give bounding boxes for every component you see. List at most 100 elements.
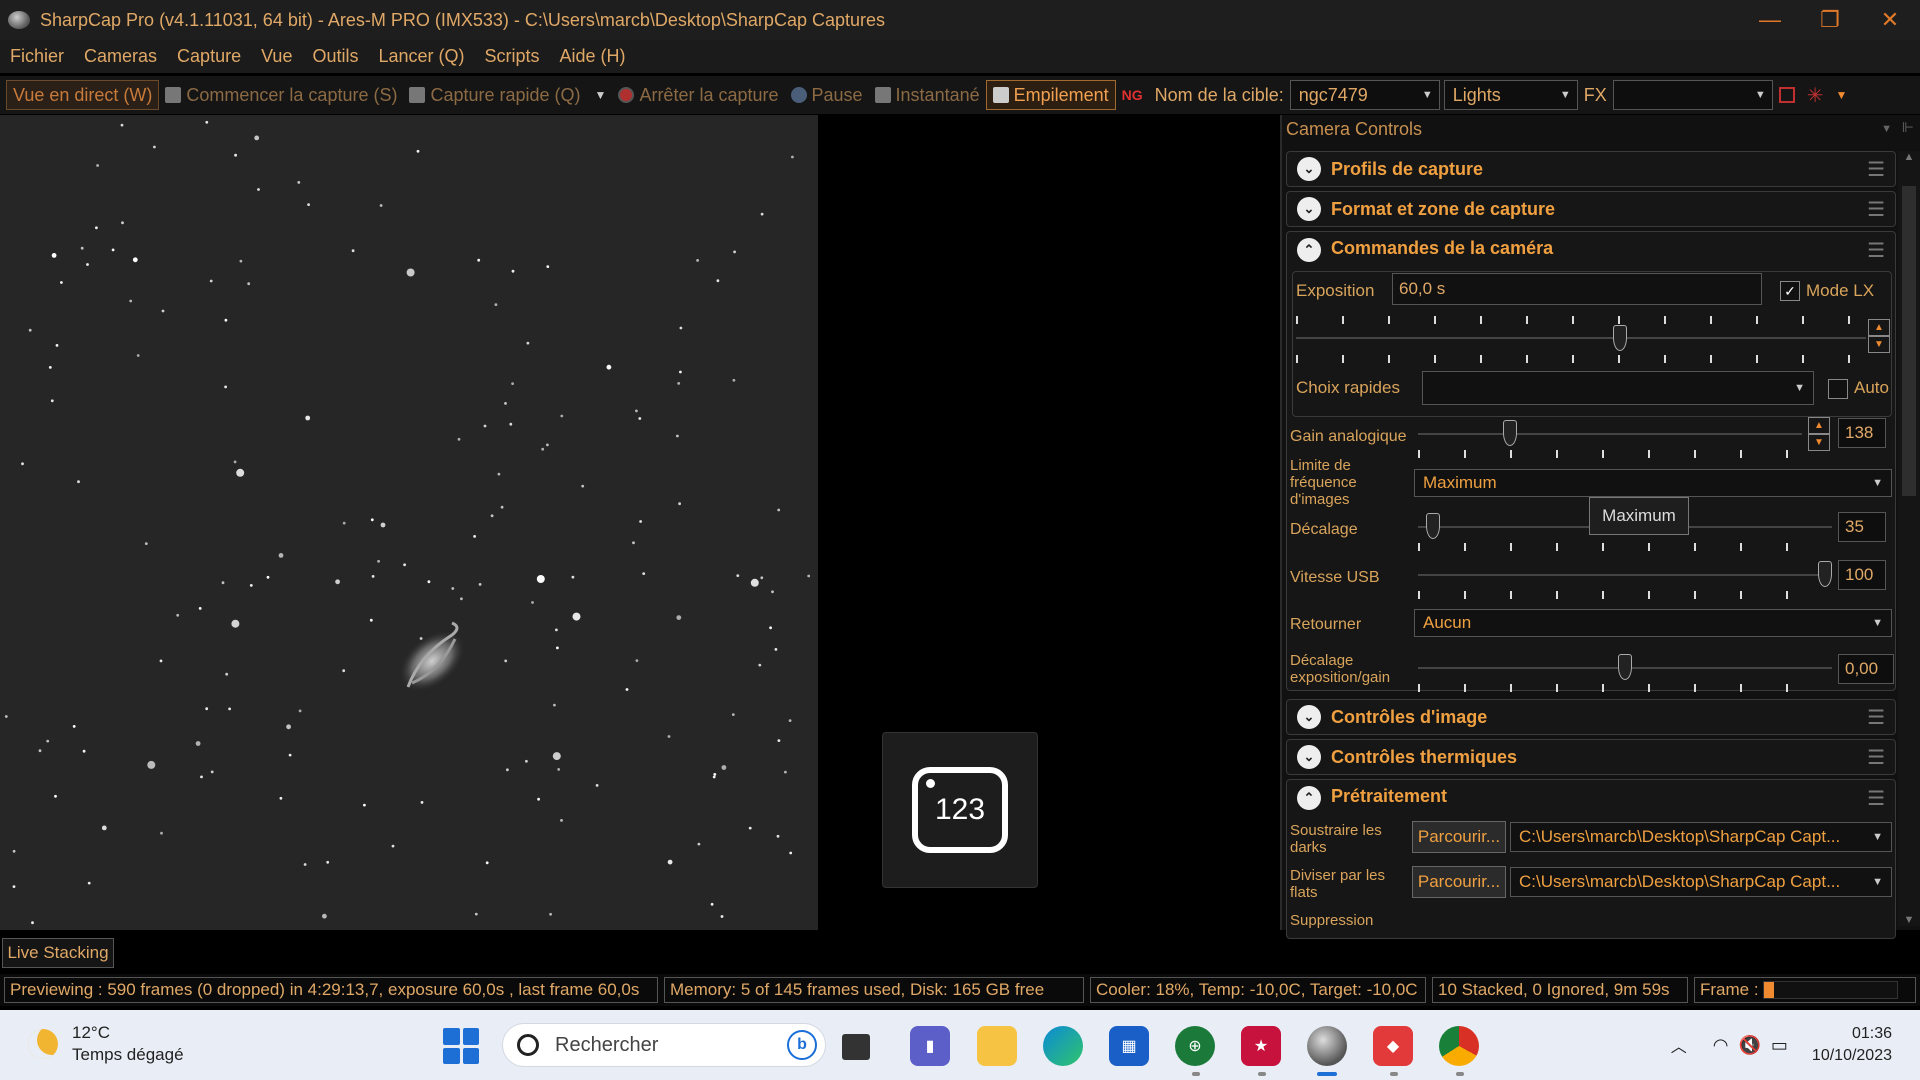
usb-value-box[interactable]: 100 [1838,560,1886,590]
chevron-down-icon[interactable]: ⌄ [1297,705,1321,729]
menu-icon[interactable]: ☰ [1867,157,1885,182]
browse-darks-button[interactable]: Parcourir... [1412,821,1506,853]
pin-icon[interactable]: ⊩ [1902,119,1914,136]
gain-slider-thumb[interactable] [1503,420,1518,446]
anydesk-icon[interactable]: ◆ [1373,1026,1413,1066]
scroll-thumb[interactable] [1902,186,1916,496]
crosshair-icon[interactable]: ✳ [1801,80,1830,110]
chevron-up-icon[interactable]: ▲ [1808,417,1830,434]
stop-capture-button[interactable]: Arrêter la capture [612,80,784,110]
auto-checkbox[interactable] [1828,379,1848,399]
restore-button[interactable]: ❐ [1800,0,1860,40]
exposure-slider-thumb[interactable] [1612,325,1627,351]
chevron-down-icon[interactable]: ⌄ [1297,745,1321,769]
flip-select[interactable]: Aucun ▼ [1414,609,1892,637]
chevron-down-icon[interactable]: ▼ [1868,336,1890,353]
exp-gain-slider-thumb[interactable] [1618,654,1632,680]
minimize-button[interactable]: — [1740,0,1800,40]
offset-slider-thumb[interactable] [1426,513,1440,539]
close-button[interactable]: ✕ [1860,0,1920,40]
menu-icon[interactable]: ☰ [1867,745,1885,770]
menu-icon[interactable]: ☰ [1867,786,1885,811]
chevron-up-icon[interactable]: ⌃ [1297,238,1321,262]
gain-slider-track[interactable] [1418,433,1802,435]
menu-file[interactable]: Fichier [10,46,64,67]
ng-icon[interactable]: NG [1116,80,1149,110]
chrome-icon[interactable] [1439,1026,1479,1066]
quick-choices-select[interactable]: ▼ [1422,371,1814,405]
darks-path-select[interactable]: C:\Users\marcb\Desktop\SharpCap Capt... ▼ [1510,822,1892,852]
scroll-up-icon[interactable]: ▲ [1898,151,1920,163]
chevron-down-icon[interactable]: ⌄ [1297,197,1321,221]
astro-app-icon[interactable]: ★ [1241,1026,1281,1066]
menu-tools[interactable]: Outils [312,46,358,67]
lx-mode-checkbox[interactable]: ✓ [1780,281,1800,301]
stacking-button[interactable]: Empilement [985,80,1116,110]
browse-flats-button[interactable]: Parcourir... [1412,866,1506,898]
exposure-slider-track[interactable] [1296,337,1866,339]
gain-value-box[interactable]: 138 [1838,418,1886,448]
chevron-up-icon[interactable]: ▲ [1868,319,1890,336]
gain-spinner[interactable]: ▲ ▼ [1808,417,1830,453]
bing-icon[interactable]: b [787,1030,817,1060]
flats-path-select[interactable]: C:\Users\marcb\Desktop\SharpCap Capt... ▼ [1510,867,1892,897]
offset-value-box[interactable]: 35 [1838,512,1886,542]
star [769,626,772,630]
menu-icon[interactable]: ☰ [1867,197,1885,222]
battery-icon[interactable]: ▭ [1771,1035,1788,1056]
chevron-down-icon[interactable]: ⌄ [1297,157,1321,181]
menu-help[interactable]: Aide (H) [560,46,626,67]
task-view-icon[interactable] [842,1034,870,1060]
wifi-icon[interactable]: ◠ [1713,1035,1729,1056]
scroll-down-icon[interactable]: ▼ [1898,914,1920,926]
section-capture-profiles[interactable]: ⌄ Profils de capture ☰ [1286,151,1896,187]
exposure-spinner[interactable]: ▲ ▼ [1868,319,1890,355]
live-stacking-tab[interactable]: Live Stacking [2,938,114,968]
usb-slider-track[interactable] [1418,574,1832,576]
file-explorer-icon[interactable] [977,1026,1017,1066]
edge-icon[interactable] [1043,1026,1083,1066]
menu-icon[interactable]: ☰ [1867,705,1885,730]
reticle-icon[interactable] [1773,80,1801,110]
chevron-down-icon[interactable]: ▼ [595,88,607,102]
panel-scrollbar[interactable]: ▲ ▼ [1898,151,1920,926]
sharpcap-icon[interactable] [1307,1026,1347,1066]
taskbar-search[interactable]: Rechercher b [502,1023,826,1067]
section-thermal-controls[interactable]: ⌄ Contrôles thermiques ☰ [1286,739,1896,775]
image-viewer[interactable] [0,115,818,930]
windows-start-icon[interactable] [443,1028,479,1064]
section-image-controls[interactable]: ⌄ Contrôles d'image ☰ [1286,699,1896,735]
menu-scripts[interactable]: Scripts [485,46,540,67]
mute-icon[interactable]: 🔇 [1738,1035,1760,1056]
quick-capture-button[interactable]: Capture rapide (Q) ▼ [403,80,612,110]
section-format[interactable]: ⌄ Format et zone de capture ☰ [1286,191,1896,227]
menu-view[interactable]: Vue [261,46,292,67]
numeric-keypad-widget[interactable]: 123 [882,732,1038,888]
frame-type-select[interactable]: Lights ▼ [1443,80,1578,110]
live-view-button[interactable]: Vue en direct (W) [6,80,160,110]
moon-icon [28,1029,58,1059]
clock[interactable]: 01:36 10/10/2023 [1812,1023,1892,1067]
panel-menu-icon[interactable]: ▼ [1881,123,1892,135]
pause-button[interactable]: Pause [785,80,869,110]
chevron-up-icon[interactable]: ︿ [1671,1033,1687,1057]
fx-select[interactable]: ▼ [1612,80,1773,110]
exposure-input[interactable]: 60,0 s [1392,273,1762,305]
chat-icon[interactable]: ▮ [910,1026,950,1066]
menu-icon[interactable]: ☰ [1867,238,1885,263]
phd-guiding-icon[interactable]: ⊕ [1175,1026,1215,1066]
toolbar-overflow-icon[interactable]: ▼ [1830,80,1854,110]
weather-widget[interactable]: 12°C Temps dégagé [28,1022,184,1066]
usb-slider-thumb[interactable] [1818,561,1832,587]
menu-cameras[interactable]: Cameras [84,46,157,67]
start-capture-button[interactable]: Commencer la capture (S) [159,80,403,110]
menu-capture[interactable]: Capture [177,46,241,67]
exp-gain-value-box[interactable]: 0,00 [1838,654,1894,684]
store-icon[interactable]: ▦ [1109,1026,1149,1066]
chevron-up-icon[interactable]: ⌃ [1297,786,1321,810]
chevron-down-icon[interactable]: ▼ [1808,434,1830,451]
target-name-select[interactable]: ngc7479 ▼ [1289,80,1440,110]
menu-run[interactable]: Lancer (Q) [378,46,464,67]
snapshot-button[interactable]: Instantané [869,80,986,110]
frame-rate-select[interactable]: Maximum ▼ [1414,469,1892,497]
